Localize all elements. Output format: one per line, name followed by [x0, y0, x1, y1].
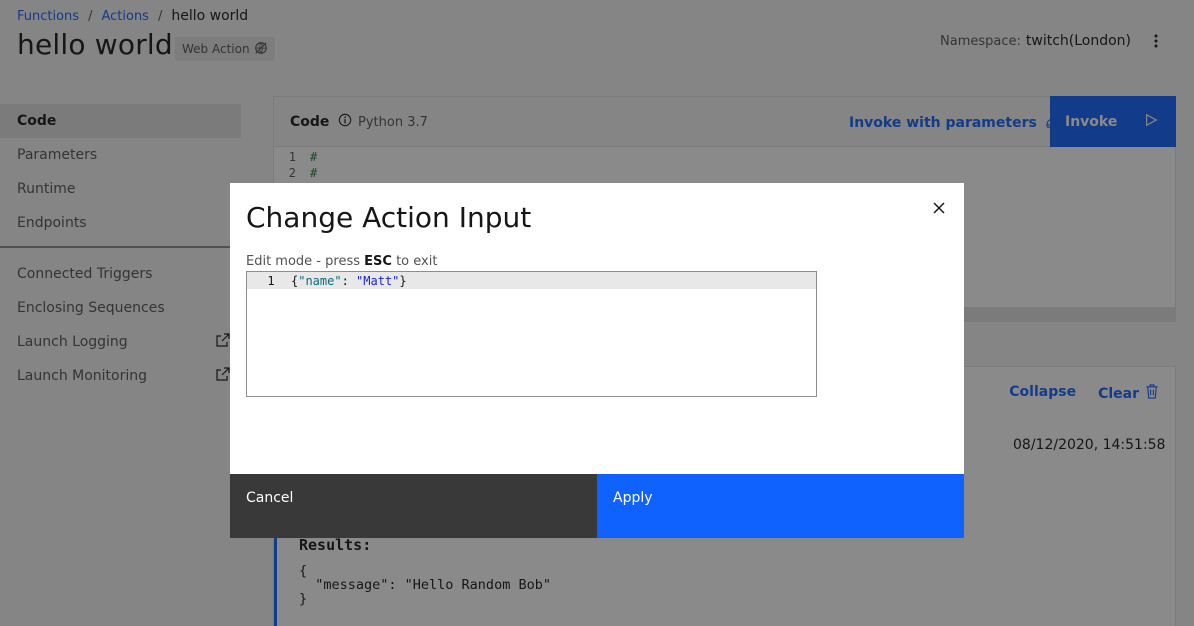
json-value: "Matt": [356, 273, 400, 288]
cancel-button[interactable]: Cancel: [230, 474, 597, 538]
json-key: "name": [298, 273, 342, 288]
change-action-input-modal: Change Action Input Edit mode - press ES…: [230, 183, 964, 538]
json-input-editor[interactable]: 1 {"name": "Matt"}: [246, 271, 817, 397]
apply-button[interactable]: Apply: [597, 474, 964, 538]
line-number: 1: [267, 273, 275, 288]
editor-line: 1 {"name": "Matt"}: [247, 272, 816, 289]
json-brace-close: }: [399, 273, 407, 288]
helper-prefix: Edit mode - press: [246, 254, 360, 269]
modal-footer: Cancel Apply: [230, 474, 964, 538]
editor-helper-text: Edit mode - press ESC to exit: [246, 254, 437, 269]
modal-title: Change Action Input: [246, 201, 532, 234]
json-colon: :: [341, 273, 357, 288]
close-icon[interactable]: [930, 199, 948, 217]
helper-key: ESC: [364, 254, 392, 269]
editor-line-text: {"name": "Matt"}: [287, 274, 407, 288]
helper-suffix: to exit: [396, 254, 438, 269]
